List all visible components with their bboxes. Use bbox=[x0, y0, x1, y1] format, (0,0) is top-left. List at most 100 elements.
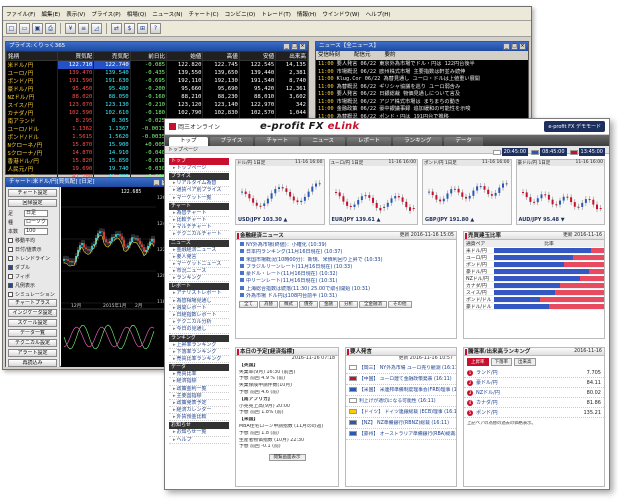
price-row[interactable]: 豪ドル/円 95.450 95.480 -0.200 95,660 95,690 95,42… bbox=[6, 85, 308, 93]
menu-link[interactable]: 政策金利一覧 bbox=[169, 386, 229, 393]
news-filter-button[interactable]: 債券 bbox=[299, 301, 318, 309]
menu-link[interactable]: テクニカルチャート bbox=[169, 231, 229, 239]
menu-link[interactable]: 要人発言 bbox=[169, 254, 229, 261]
ranking-row[interactable]: 5 ポンド/円 135.21 bbox=[464, 408, 604, 418]
menu-link[interactable]: トップページ bbox=[169, 165, 229, 173]
news-link[interactable]: 中リーンレート(11月16日現在) (10:31) bbox=[236, 278, 456, 285]
save-icon[interactable]: ▣ bbox=[32, 23, 43, 34]
price-row[interactable]: ポンド/円 191.590 191.630 -0.695 192,110 192,130 1… bbox=[6, 77, 308, 85]
news-row[interactable]: 11:00 為替概況 06/22 ギリシャ協議を巡り ユーロ弱含み bbox=[316, 83, 528, 91]
chart-check-row[interactable]: 移動平均 bbox=[8, 236, 57, 244]
mini-chart[interactable]: ポンド/円 1日足 11-16 16:00 GBP/JPY 191.80 ▲ bbox=[422, 159, 512, 225]
chart-tool-button[interactable]: インジケータ設定 bbox=[8, 309, 57, 317]
news-link[interactable]: 外為市場 ドル円は108円台前半 (10:31) bbox=[236, 293, 456, 300]
menu-link[interactable]: お知らせ一覧 bbox=[169, 429, 229, 437]
menu-link[interactable]: 主要国指標 bbox=[169, 393, 229, 400]
chart-icon[interactable]: ◿ bbox=[91, 23, 102, 34]
help-icon[interactable]: ? bbox=[150, 23, 161, 34]
news-filter-button[interactable]: 株式 bbox=[279, 301, 298, 309]
minimize-icon[interactable]: _ bbox=[503, 43, 510, 50]
position-icon[interactable]: ⊞ bbox=[137, 23, 148, 34]
menu-link[interactable]: 売買比率ランキング bbox=[169, 356, 229, 364]
menu-link[interactable]: 為替相場見通し bbox=[169, 298, 229, 305]
news-row[interactable]: 11:00 市場概況 06/22 欧州株式市場 主要指数は軒並み続伸 bbox=[316, 68, 528, 76]
new-icon[interactable]: □ bbox=[6, 23, 17, 34]
candlestick-chart[interactable]: 126.000124.000122.000120.000118.00012月20… bbox=[61, 187, 176, 367]
chart-tool-button[interactable]: スケール設定 bbox=[8, 319, 57, 327]
news-row[interactable]: 11:00 Klug.Cor 06/22 為替見通し ユーロ・ドルは上値重い展開 bbox=[316, 75, 528, 83]
ranking-row[interactable]: 4 カナダ/円 81.86 bbox=[464, 398, 604, 408]
news-filter-button[interactable]: 金融 bbox=[319, 301, 338, 309]
speaker-item[interactable]: 【ドイツ】 ドイツ連銀総裁 (ECB)理事 (16:11) bbox=[346, 407, 456, 418]
news-row[interactable]: 11:00 要人発言 06/22 日銀総裁 物価見通しについて言及 bbox=[316, 90, 528, 98]
menu-link[interactable]: アナリストレポート bbox=[169, 290, 229, 298]
chart-check-row[interactable]: ダブル bbox=[8, 263, 57, 271]
menu-item[interactable]: 表示(V) bbox=[66, 10, 85, 18]
ranking-tab[interactable]: 上昇率 bbox=[467, 358, 489, 366]
news-link[interactable]: 上海総合指数は続落(11:30) 25.00で取引開始 (10:31) bbox=[236, 285, 456, 293]
mini-chart[interactable]: 豪ドル/円 1日足 11-16 16:00 AUD/JPY 95.48 ▼ bbox=[515, 159, 605, 225]
menu-item[interactable]: コンビニ(O) bbox=[225, 10, 256, 18]
mini-chart[interactable]: ドル/円 1日足 11-16 16:00 USD/JPY 103.30 ▲ bbox=[235, 159, 325, 225]
menu-link[interactable]: 比較チャート bbox=[169, 217, 229, 225]
trade-icon[interactable]: $ bbox=[124, 23, 135, 34]
price-row[interactable]: スイス/円 123.070 123.130 -0.210 123,120 123,140 1… bbox=[6, 101, 308, 109]
menu-item[interactable]: ウインドウ(W) bbox=[322, 10, 359, 18]
news-filter-button[interactable]: 全て bbox=[239, 301, 258, 309]
menu-link[interactable]: 経済カレンダー bbox=[169, 407, 229, 415]
menu-link[interactable]: 市況ニュース bbox=[169, 268, 229, 276]
news-filter-button[interactable]: 全金融消 bbox=[359, 301, 387, 309]
news-icon[interactable]: ≡ bbox=[78, 23, 89, 34]
chart-option-select[interactable]: 100 bbox=[24, 227, 48, 235]
news-link[interactable]: ブラジルリーンレート(11月16日現在) (10:33) bbox=[236, 263, 456, 271]
chart-check-row[interactable]: トレンドライン bbox=[8, 254, 57, 262]
news-filter-button[interactable]: 分析 bbox=[339, 301, 358, 309]
news-link[interactable]: NY外為市場(終値)：小確化 (10:39) bbox=[236, 242, 456, 249]
nav-tab[interactable]: トップ bbox=[169, 137, 208, 146]
chart-setting-button[interactable]: チャート設定 bbox=[8, 189, 57, 197]
mini-chart[interactable]: ユーロ/円 1日足 11-16 16:00 EUR/JPY 139.61 ▲ bbox=[328, 159, 418, 225]
menu-link[interactable]: 通貨ペア別プライス bbox=[169, 187, 229, 195]
ranking-row[interactable]: 3 NZドル/円 80.02 bbox=[464, 388, 604, 398]
minimize-icon[interactable]: _ bbox=[153, 179, 160, 186]
maximize-icon[interactable]: □ bbox=[291, 43, 298, 50]
speaker-item[interactable]: 【豪州】 オーストラリア準備銀行(RBA)総裁 (16:11) bbox=[346, 429, 456, 440]
menu-link[interactable]: 下落率ランキング bbox=[169, 349, 229, 356]
menu-link[interactable]: ランキング bbox=[169, 275, 229, 283]
chart-check-row[interactable]: シミュレーション bbox=[8, 290, 57, 298]
checkbox[interactable] bbox=[8, 237, 13, 243]
menu-link[interactable]: リアルタイム為替 bbox=[169, 180, 229, 188]
chart-check-row[interactable]: 凡例表示 bbox=[8, 281, 57, 289]
ranking-row[interactable]: 1 ランド/円 7.705 bbox=[464, 368, 604, 378]
menu-item[interactable]: 相場(Q) bbox=[127, 10, 147, 18]
speaker-item[interactable]: 利上げが適切になる可能性 (16:11) bbox=[346, 396, 456, 407]
menu-item[interactable]: チャート(C) bbox=[189, 10, 219, 18]
menu-link[interactable]: 週間レポート bbox=[169, 305, 229, 312]
menu-link[interactable]: マーケット一覧 bbox=[169, 195, 229, 202]
speaker-item[interactable]: 【米国】 米連邦準備制度理事会(FRB)理事 (16:11) bbox=[346, 385, 456, 396]
minimize-icon[interactable]: _ bbox=[283, 43, 290, 50]
checkbox[interactable] bbox=[8, 282, 13, 288]
nav-tab[interactable]: ランキング bbox=[393, 137, 443, 146]
menu-link[interactable]: 売買比率 bbox=[169, 371, 229, 379]
order-icon[interactable]: ⇄ bbox=[111, 23, 122, 34]
menu-item[interactable]: 編集(E) bbox=[41, 10, 60, 18]
news-row[interactable]: 11:00 市場概況 06/22 アジア株式市場は まちまちの動き bbox=[316, 98, 528, 106]
sub-nav-label[interactable]: トップページ bbox=[168, 147, 198, 153]
ranking-tab[interactable]: 下落率 bbox=[490, 358, 512, 366]
news-filter-button[interactable]: 為替 bbox=[259, 301, 278, 309]
chart-option-select[interactable]: 日足 bbox=[24, 209, 48, 217]
chart-setting-button[interactable]: 回帰設定 bbox=[8, 199, 57, 207]
price-row[interactable]: ユーロ/円 139.470 139.540 -0.435 139,550 139,650 1… bbox=[6, 69, 308, 77]
menu-link[interactable]: 日経指数レポート bbox=[169, 312, 229, 320]
menu-item[interactable]: 情報(H) bbox=[297, 10, 316, 18]
menu-link[interactable]: 経済指標 bbox=[169, 378, 229, 386]
menu-link[interactable]: テクニカル分析 bbox=[169, 319, 229, 327]
ranking-tab[interactable]: 出来高 bbox=[514, 358, 536, 366]
chart-tool-button[interactable]: テクニカル設定 bbox=[8, 339, 57, 347]
menu-item[interactable]: ヘルプ(H) bbox=[366, 10, 391, 18]
maximize-icon[interactable]: □ bbox=[511, 43, 518, 50]
print-icon[interactable]: ⎙ bbox=[45, 23, 56, 34]
news-row[interactable]: 11:00 金融政策 06/22 豪中銀議事録 追加緩和の可能性を示唆 bbox=[316, 105, 528, 113]
nav-tab[interactable]: プライス bbox=[209, 137, 254, 146]
